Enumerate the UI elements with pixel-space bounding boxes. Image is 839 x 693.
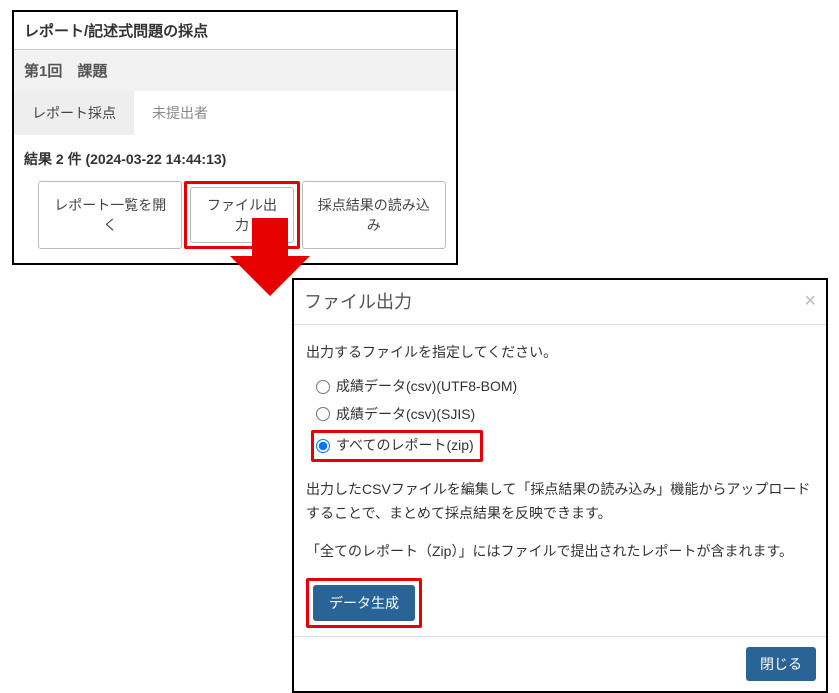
dialog-body: 出力するファイルを指定してください。 成績データ(csv)(UTF8-BOM) … <box>294 325 826 636</box>
radio-all-zip-highlight: すべてのレポート(zip) <box>311 430 483 462</box>
dialog-footer: 閉じる <box>294 636 826 691</box>
radio-csv-sjis[interactable]: 成績データ(csv)(SJIS) <box>316 401 814 429</box>
radio-all-zip-input[interactable] <box>316 439 330 453</box>
radio-csv-utf8-input[interactable] <box>316 380 330 394</box>
import-results-button[interactable]: 採点結果の読み込み <box>302 181 446 249</box>
dialog-header: ファイル出力 × <box>294 280 826 325</box>
file-output-dialog: ファイル出力 × 出力するファイルを指定してください。 成績データ(csv)(U… <box>292 278 828 693</box>
dialog-note-zip: 「全てのレポート（Zip）」にはファイルで提出されたレポートが含まれます。 <box>306 540 814 564</box>
radio-all-zip-label: すべてのレポート(zip) <box>336 434 474 458</box>
generate-data-button[interactable]: データ生成 <box>313 585 415 621</box>
results-count: 結果 2 件 (2024-03-22 14:44:13) <box>14 135 456 175</box>
open-report-list-button[interactable]: レポート一覧を開く <box>38 181 182 249</box>
radio-csv-sjis-input[interactable] <box>316 407 330 421</box>
radio-csv-sjis-label: 成績データ(csv)(SJIS) <box>336 403 475 427</box>
generate-button-highlight: データ生成 <box>306 578 422 628</box>
panel-title: レポート/記述式問題の採点 <box>14 12 456 50</box>
tab-bar: レポート採点 未提出者 <box>14 91 456 135</box>
file-type-radio-group: 成績データ(csv)(UTF8-BOM) 成績データ(csv)(SJIS) すべ… <box>316 373 814 464</box>
dialog-instruction: 出力するファイルを指定してください。 <box>306 341 814 365</box>
assignment-sub-header: 第1回 課題 <box>14 50 456 91</box>
radio-csv-utf8[interactable]: 成績データ(csv)(UTF8-BOM) <box>316 373 814 401</box>
close-button[interactable]: 閉じる <box>746 647 816 681</box>
dialog-title: ファイル出力 <box>304 288 412 314</box>
tab-report-grading[interactable]: レポート採点 <box>14 91 134 135</box>
tab-unsubmitted[interactable]: 未提出者 <box>134 91 226 135</box>
close-icon[interactable]: × <box>804 291 816 311</box>
radio-csv-utf8-label: 成績データ(csv)(UTF8-BOM) <box>336 375 517 399</box>
dialog-note-csv: 出力したCSVファイルを編集して「採点結果の読み込み」機能からアップロードするこ… <box>306 478 814 526</box>
